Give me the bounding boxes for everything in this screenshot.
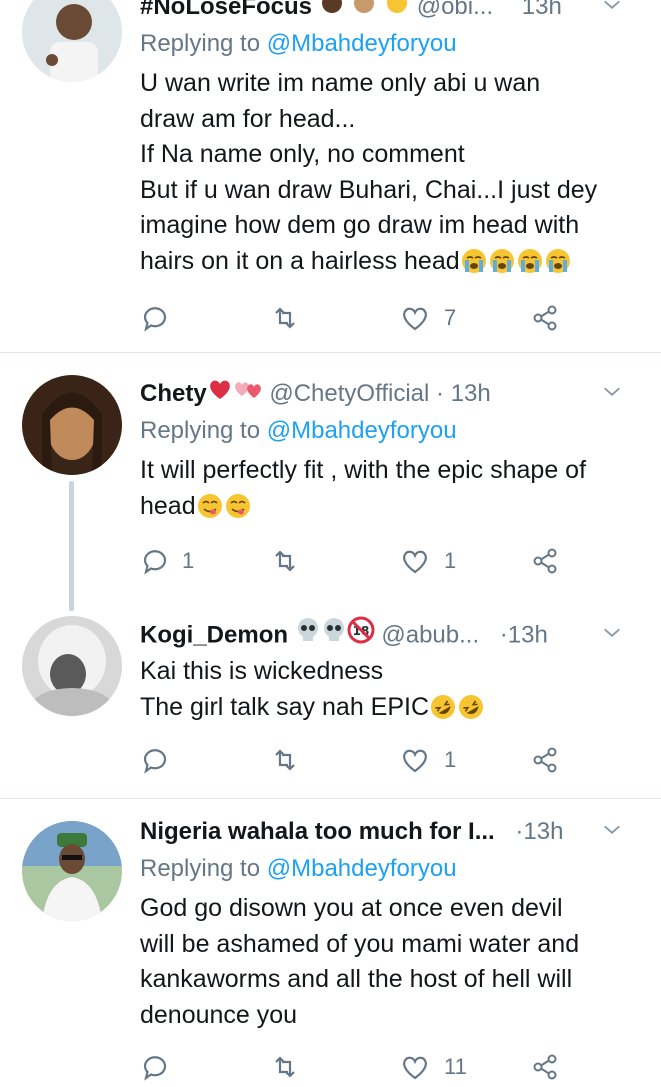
display-name[interactable]: Nigeria wahala too much for I... — [140, 818, 495, 845]
two-hearts-emoji-icon — [233, 376, 263, 414]
like-button[interactable]: 1 — [400, 740, 456, 780]
face-savoring-food-icon — [225, 493, 250, 518]
loudly-crying-face-icon — [489, 248, 514, 273]
mention-link[interactable]: @Mbahdeyforyou — [267, 855, 457, 882]
reply-icon — [143, 1056, 167, 1081]
thread-line — [69, 481, 74, 611]
tweet-text: It will perfectly fit , with the epic sh… — [140, 456, 587, 520]
skull-emoji-icon — [295, 617, 321, 655]
like-count: 11 — [444, 1054, 467, 1079]
reply-button[interactable] — [140, 1047, 170, 1087]
reply-button[interactable] — [140, 298, 170, 338]
reply-count: 1 — [182, 548, 195, 573]
avatar[interactable] — [22, 821, 122, 921]
retweet-icon — [275, 307, 295, 329]
mention-link[interactable]: @Mbahdeyforyou — [267, 30, 457, 57]
retweet-button[interactable] — [270, 541, 300, 581]
timestamp[interactable]: 13h — [508, 621, 548, 648]
tweet-header: #NoLoseFocus @obi... 13h — [140, 0, 643, 26]
chevron-down-icon[interactable] — [601, 381, 623, 403]
timestamp[interactable]: 13h — [523, 818, 563, 845]
like-button[interactable]: 11 — [400, 1047, 467, 1087]
heart-icon — [403, 749, 427, 773]
like-count: 1 — [444, 747, 457, 772]
hand-emoji-icon — [384, 0, 410, 27]
loudly-crying-face-icon — [545, 248, 570, 273]
chevron-down-icon[interactable] — [601, 622, 623, 644]
tweet-4[interactable]: Nigeria wahala too much for I... ·13h Re… — [0, 799, 661, 1081]
tweet-text: Kai this is wickedness The girl talk say… — [140, 654, 643, 725]
like-button[interactable]: 1 — [400, 541, 456, 581]
rolling-laughing-face-icon — [459, 694, 484, 719]
tweet-header: Kogi_Demon 18 @abub... ·13h — [140, 616, 643, 654]
replying-to: Replying to @Mbahdeyforyou — [140, 855, 457, 882]
share-button[interactable] — [530, 1047, 560, 1087]
tweet-text: U wan write im name only abi u wan draw … — [140, 69, 598, 275]
tweet-header: Chety @ChetyOfficial · 13h — [140, 375, 643, 413]
chevron-down-icon[interactable] — [601, 819, 623, 841]
share-button[interactable] — [530, 541, 560, 581]
tweet-1[interactable]: #NoLoseFocus @obi... 13h Replying to @Mb… — [0, 0, 661, 352]
like-button[interactable]: 7 — [400, 298, 456, 338]
replying-to: Replying to @Mbahdeyforyou — [140, 417, 457, 444]
rolling-laughing-face-icon — [431, 694, 456, 719]
loudly-crying-face-icon — [517, 248, 542, 273]
share-icon — [533, 747, 557, 773]
tweet-header: Nigeria wahala too much for I... ·13h — [140, 813, 643, 851]
face-savoring-food-icon — [197, 493, 222, 518]
hand-emoji-icon — [319, 0, 345, 27]
share-button[interactable] — [530, 298, 560, 338]
reply-button[interactable]: 1 — [140, 541, 194, 581]
chevron-down-icon[interactable] — [601, 0, 623, 16]
loudly-crying-face-icon — [461, 248, 486, 273]
mention-link[interactable]: @Mbahdeyforyou — [267, 417, 457, 444]
reply-button[interactable] — [140, 740, 170, 780]
share-icon — [533, 305, 557, 331]
retweet-button[interactable] — [270, 740, 300, 780]
retweet-icon — [275, 749, 295, 771]
retweet-button[interactable] — [270, 1047, 300, 1087]
timestamp[interactable]: 13h — [451, 380, 491, 407]
skull-emoji-icon — [321, 617, 347, 655]
tweet-3[interactable]: Kogi_Demon 18 @abub... ·13h Kai this is … — [0, 610, 661, 798]
heart-icon — [403, 1056, 427, 1080]
share-icon — [533, 1054, 557, 1080]
user-handle[interactable]: @ChetyOfficial — [269, 380, 429, 407]
reply-icon — [143, 749, 167, 774]
reply-icon — [143, 550, 167, 575]
display-name[interactable]: Kogi_Demon — [140, 621, 288, 648]
tweet-2[interactable]: Chety @ChetyOfficial · 13h Replying to @… — [0, 353, 661, 611]
display-name[interactable]: Chety — [140, 380, 207, 407]
share-icon — [533, 548, 557, 574]
like-count: 7 — [444, 305, 457, 330]
replying-to: Replying to @Mbahdeyforyou — [140, 30, 457, 57]
no-one-under-eighteen-icon: 18 — [347, 616, 375, 656]
user-handle[interactable]: @obi... — [417, 0, 493, 20]
retweet-icon — [275, 550, 295, 572]
tweet-text: God go disown you at once even devil wil… — [140, 894, 580, 1029]
share-button[interactable] — [530, 740, 560, 780]
heart-icon — [403, 550, 427, 574]
user-handle[interactable]: @abub... — [381, 621, 479, 648]
retweet-button[interactable] — [270, 298, 300, 338]
heart-icon — [403, 307, 427, 331]
avatar[interactable] — [22, 616, 122, 716]
like-count: 1 — [444, 548, 457, 573]
hand-emoji-icon — [351, 0, 377, 27]
timestamp[interactable]: 13h — [522, 0, 562, 20]
heart-emoji-icon — [207, 376, 233, 414]
avatar[interactable] — [22, 0, 122, 82]
retweet-icon — [275, 1056, 295, 1078]
display-name[interactable]: #NoLoseFocus — [140, 0, 312, 20]
avatar[interactable] — [22, 375, 122, 475]
reply-icon — [143, 307, 167, 332]
